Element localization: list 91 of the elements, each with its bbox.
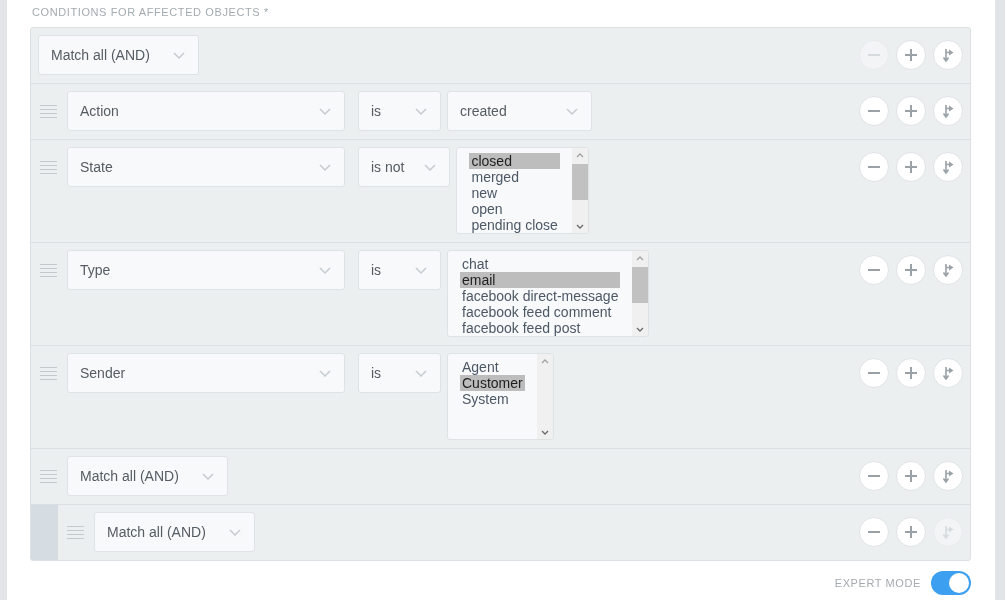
subclause-button[interactable]: [933, 358, 963, 388]
subclause-button[interactable]: [933, 461, 963, 491]
chevron-down-icon: [319, 107, 331, 115]
chevron-down-icon: [415, 266, 427, 274]
attribute-dropdown[interactable]: Action: [67, 91, 345, 131]
remove-button[interactable]: [859, 96, 889, 126]
split-arrow-icon: [942, 48, 954, 62]
drag-handle-icon[interactable]: [67, 526, 84, 539]
value-dropdown[interactable]: created: [447, 91, 592, 131]
plus-icon: [905, 367, 917, 379]
add-button[interactable]: [896, 96, 926, 126]
remove-button[interactable]: [859, 152, 889, 182]
minus-icon: [868, 475, 880, 477]
drag-handle-icon[interactable]: [40, 105, 57, 118]
plus-icon: [905, 526, 917, 538]
scrollbar[interactable]: [571, 148, 588, 233]
add-button[interactable]: [896, 358, 926, 388]
plus-icon: [905, 105, 917, 117]
listbox-option[interactable]: merged: [469, 169, 560, 185]
plus-icon: [905, 161, 917, 173]
listbox-option[interactable]: closed: [469, 153, 560, 169]
chevron-down-icon: [566, 107, 578, 115]
listbox-option[interactable]: facebook direct-message: [460, 288, 621, 304]
subclause-button[interactable]: [933, 96, 963, 126]
listbox-option[interactable]: email: [460, 272, 621, 288]
drag-handle-icon[interactable]: [40, 470, 57, 483]
listbox[interactable]: closed merged new open pending close: [456, 147, 589, 234]
subclause-button[interactable]: [933, 255, 963, 285]
listbox-option[interactable]: Customer: [460, 375, 525, 391]
minus-icon: [868, 110, 880, 112]
operator-dropdown[interactable]: is: [358, 353, 441, 393]
listbox-option[interactable]: Agent: [460, 359, 525, 375]
chevron-down-icon: [173, 51, 185, 59]
match-dropdown[interactable]: Match all (AND): [94, 512, 255, 552]
subclause-button[interactable]: [933, 40, 963, 70]
chevron-down-icon: [415, 369, 427, 377]
chevron-down-icon: [319, 163, 331, 171]
attribute-dropdown[interactable]: State: [67, 147, 345, 187]
add-button[interactable]: [896, 255, 926, 285]
listbox-option[interactable]: System: [460, 391, 525, 407]
plus-icon: [905, 264, 917, 276]
chevron-down-icon: [319, 369, 331, 377]
plus-icon: [905, 49, 917, 61]
operator-dropdown[interactable]: is: [358, 91, 441, 131]
remove-button[interactable]: [859, 461, 889, 491]
add-button[interactable]: [896, 461, 926, 491]
chevron-down-icon: [229, 528, 241, 536]
listbox-option[interactable]: pending close: [469, 217, 560, 233]
section-label: CONDITIONS FOR AFFECTED OBJECTS *: [32, 5, 270, 19]
plus-icon: [905, 470, 917, 482]
add-button[interactable]: [896, 152, 926, 182]
attribute-dropdown[interactable]: Type: [67, 250, 345, 290]
minus-icon: [868, 531, 880, 533]
listbox-option[interactable]: facebook feed comment: [460, 304, 621, 320]
chevron-down-icon: [424, 163, 437, 171]
match-dropdown[interactable]: Match all (AND): [67, 456, 228, 496]
minus-icon: [868, 166, 880, 168]
remove-button[interactable]: [859, 255, 889, 285]
operator-dropdown[interactable]: is: [358, 250, 441, 290]
expert-mode-toggle[interactable]: [931, 571, 971, 595]
add-button[interactable]: [896, 40, 926, 70]
remove-button[interactable]: [859, 517, 889, 547]
drag-handle-icon[interactable]: [40, 367, 57, 380]
split-arrow-icon: [942, 525, 954, 539]
scrollbar[interactable]: [536, 354, 553, 439]
listbox-option[interactable]: chat: [460, 256, 621, 272]
match-dropdown[interactable]: Match all (AND): [38, 35, 199, 75]
split-arrow-icon: [942, 104, 954, 118]
listbox-option[interactable]: new: [469, 185, 560, 201]
drag-handle-icon[interactable]: [40, 264, 57, 277]
listbox[interactable]: Agent Customer System: [447, 353, 554, 440]
minus-icon: [868, 372, 880, 374]
operator-dropdown[interactable]: is not: [358, 147, 451, 187]
listbox-option[interactable]: open: [469, 201, 560, 217]
split-arrow-icon: [942, 469, 954, 483]
expert-mode-label: EXPERT MODE: [834, 577, 921, 589]
scrollbar[interactable]: [632, 251, 649, 336]
listbox[interactable]: chat email facebook direct-message facebook feed comment facebook feed post: [447, 250, 650, 337]
chevron-down-icon: [202, 472, 214, 480]
minus-icon: [868, 269, 880, 271]
remove-button[interactable]: [859, 358, 889, 388]
subclause-button[interactable]: [933, 152, 963, 182]
add-button[interactable]: [896, 517, 926, 547]
chevron-down-icon: [415, 107, 427, 115]
split-arrow-icon: [942, 263, 954, 277]
listbox-option[interactable]: facebook feed post: [460, 320, 621, 336]
split-arrow-icon: [942, 160, 954, 174]
attribute-dropdown[interactable]: Sender: [67, 353, 345, 393]
chevron-down-icon: [319, 266, 331, 274]
drag-handle-icon[interactable]: [40, 161, 57, 174]
split-arrow-icon: [942, 366, 954, 380]
